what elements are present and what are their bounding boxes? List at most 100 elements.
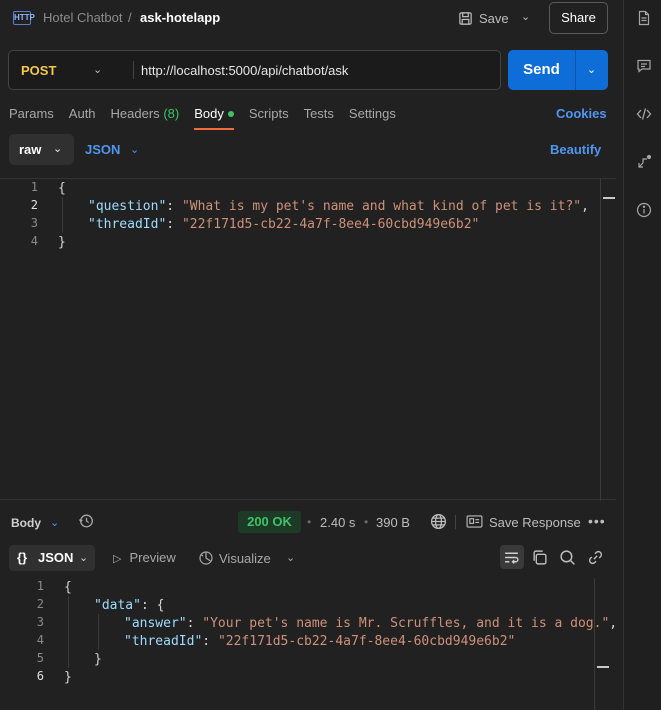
- tab-headers[interactable]: Headers (8): [111, 106, 180, 130]
- status-badge[interactable]: 200 OK: [238, 511, 301, 533]
- header: HTTP Hotel Chatbot / ask-hotelapp Save ⌄…: [0, 0, 623, 36]
- tab-auth[interactable]: Auth: [69, 106, 96, 130]
- save-response-icon[interactable]: [466, 515, 483, 528]
- play-icon: ▷: [113, 553, 122, 565]
- tab-params[interactable]: Params: [9, 106, 54, 130]
- tab-settings[interactable]: Settings: [349, 106, 396, 130]
- response-chevron-down-icon[interactable]: ⌄: [50, 516, 59, 529]
- tab-scripts[interactable]: Scripts: [249, 106, 289, 130]
- body-language-select[interactable]: JSON: [85, 142, 120, 157]
- response-format-label: JSON: [38, 550, 74, 565]
- visualize-label: Visualize: [219, 551, 271, 566]
- request-scrollbar[interactable]: [600, 179, 616, 501]
- line-number: 2: [36, 597, 44, 611]
- wrap-icon[interactable]: [503, 549, 520, 566]
- send-chevron-down-icon[interactable]: ⌄: [575, 50, 608, 90]
- response-format-chevron-down-icon: ⌄: [79, 552, 89, 564]
- indent-guide: [62, 197, 63, 233]
- visualize-button[interactable]: Visualize: [198, 550, 271, 566]
- line-number: 1: [36, 579, 44, 593]
- code-open-brace: {: [58, 181, 66, 196]
- info-icon[interactable]: [636, 202, 652, 218]
- body-mode-label: raw: [19, 142, 42, 157]
- breadcrumb-request[interactable]: ask-hotelapp: [140, 10, 220, 25]
- body-modified-dot: [227, 111, 234, 117]
- line-number: 6: [36, 669, 44, 683]
- method-chevron-down-icon[interactable]: ⌄: [93, 63, 102, 76]
- indent-guide: [98, 614, 99, 650]
- visualize-chevron-down-icon[interactable]: ⌄: [286, 551, 295, 564]
- method-select[interactable]: POST: [21, 63, 56, 78]
- response-time[interactable]: 2.40 s: [320, 515, 355, 530]
- response-bar: Body ⌄ 200 OK • 2.40 s • 390 B Save Resp…: [0, 508, 623, 536]
- code-line-threadid: "threadId": "22f171d5-cb22-4a7f-8ee4-60c…: [124, 634, 516, 649]
- line-number: 3: [36, 615, 44, 629]
- headers-count: (8): [163, 106, 180, 121]
- code-line-answer: "answer": "Your pet's name is Mr. Scruff…: [124, 616, 618, 631]
- link-icon[interactable]: [587, 549, 604, 566]
- divider: [455, 515, 456, 529]
- code-open-brace: {: [64, 580, 72, 595]
- request-body-editor[interactable]: 1 2 3 4 { "question": "What is my pet's …: [0, 178, 616, 501]
- line-number: 2: [30, 198, 38, 212]
- separator-dot: •: [307, 515, 312, 529]
- visualize-icon: [199, 551, 213, 565]
- code-close-brace: }: [58, 235, 66, 250]
- comment-icon[interactable]: [636, 58, 652, 74]
- document-icon[interactable]: [636, 10, 652, 26]
- save-response-button[interactable]: Save Response: [489, 515, 581, 530]
- cookies-link[interactable]: Cookies: [556, 106, 607, 121]
- preview-label: Preview: [129, 550, 176, 565]
- code-line-data: "data": {: [94, 598, 165, 613]
- scrollbar-thumb[interactable]: [603, 197, 615, 199]
- response-body-viewer[interactable]: 1 2 3 4 5 6 { "data": { "answer": "Your …: [0, 578, 617, 710]
- line-number: 3: [30, 216, 38, 230]
- tab-tests[interactable]: Tests: [304, 106, 334, 130]
- line-number: 4: [36, 633, 44, 647]
- braces-icon: {}: [17, 550, 28, 565]
- line-number: 5: [36, 651, 44, 665]
- history-icon[interactable]: [78, 513, 94, 529]
- body-language-chevron-down-icon[interactable]: ⌄: [130, 143, 139, 156]
- send-button-group: Send ⌄: [508, 50, 608, 90]
- flow-icon[interactable]: [636, 154, 652, 170]
- right-sidebar: [623, 0, 661, 710]
- url-bar: POST ⌄ http://localhost:5000/api/chatbot…: [8, 50, 501, 90]
- line-number: 1: [30, 180, 38, 194]
- more-options-icon[interactable]: •••: [588, 513, 606, 529]
- save-label: Save: [479, 10, 509, 26]
- response-size[interactable]: 390 B: [376, 515, 410, 530]
- response-format-select[interactable]: {} JSON ⌄: [9, 545, 95, 571]
- code-icon[interactable]: [636, 106, 652, 122]
- search-icon[interactable]: [559, 549, 576, 566]
- code-close-brace: }: [64, 670, 72, 685]
- code-line-question: "question": "What is my pet's name and w…: [88, 199, 589, 214]
- tab-headers-label: Headers: [110, 106, 160, 121]
- globe-icon[interactable]: [430, 513, 447, 530]
- code-close-brace-data: }: [94, 652, 102, 667]
- url-divider: [133, 61, 134, 79]
- beautify-button[interactable]: Beautify: [550, 142, 601, 157]
- breadcrumb-collection[interactable]: Hotel Chatbot: [43, 10, 123, 25]
- scrollbar-thumb[interactable]: [597, 666, 609, 668]
- separator-dot: •: [364, 515, 369, 529]
- response-scrollbar[interactable]: [594, 578, 610, 710]
- tab-body[interactable]: Body: [194, 106, 234, 130]
- line-number: 4: [30, 234, 38, 248]
- tab-body-label: Body: [194, 106, 224, 121]
- indent-guide: [68, 596, 69, 668]
- body-mode-chevron-down-icon: ⌄: [53, 143, 63, 155]
- request-tabs: Params Auth Headers (8) Body Scripts Tes…: [9, 106, 411, 130]
- url-input[interactable]: http://localhost:5000/api/chatbot/ask: [141, 63, 348, 78]
- preview-button[interactable]: ▷ Preview: [113, 550, 176, 565]
- body-mode-select[interactable]: raw ⌄: [9, 134, 74, 165]
- save-button[interactable]: Save: [458, 6, 509, 30]
- breadcrumb-separator: /: [128, 10, 132, 25]
- response-body-label[interactable]: Body: [11, 516, 41, 530]
- share-button[interactable]: Share: [549, 2, 608, 34]
- send-button[interactable]: Send: [508, 50, 575, 90]
- save-chevron-down-icon[interactable]: ⌄: [521, 10, 530, 23]
- http-icon: HTTP: [13, 11, 35, 25]
- code-line-threadid: "threadId": "22f171d5-cb22-4a7f-8ee4-60c…: [88, 217, 480, 232]
- copy-icon[interactable]: [531, 549, 548, 566]
